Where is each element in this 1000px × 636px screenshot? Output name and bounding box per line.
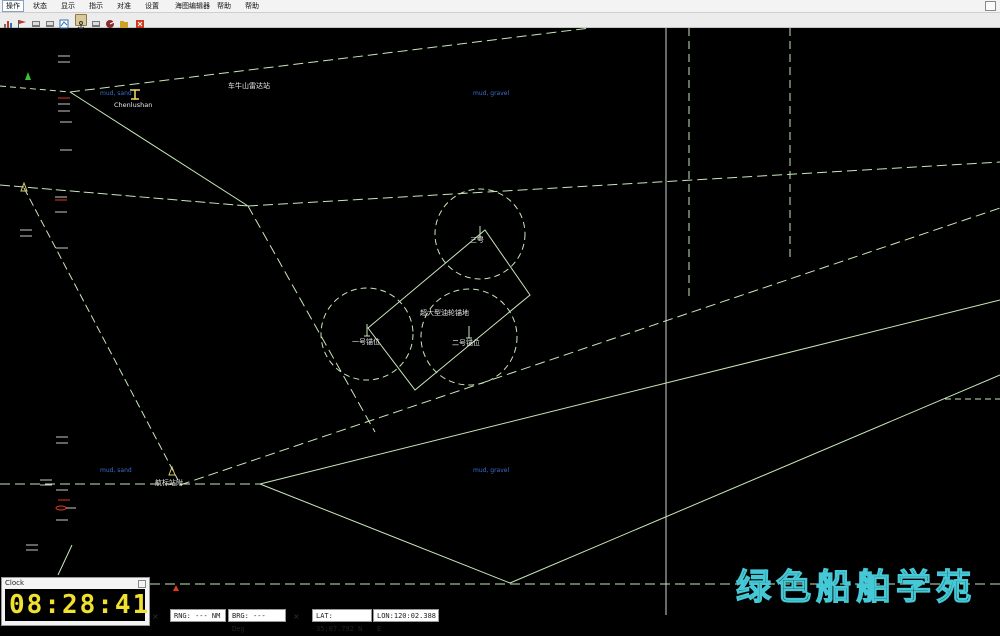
ship-icon[interactable]	[31, 14, 41, 27]
seabed-label: mud, gravel	[473, 467, 509, 474]
beacon-icon	[168, 465, 176, 476]
berth-3-label: 三号	[470, 236, 484, 244]
station-label: 车牛山雷达站	[228, 81, 270, 90]
channel-line	[69, 91, 249, 207]
menu-display[interactable]: 显示	[58, 1, 78, 11]
menu-chart-editor[interactable]: 海图编辑器	[172, 1, 213, 11]
longitude-readout: LON:120:02.388 E	[373, 609, 439, 633]
close-icon[interactable]: ×	[293, 612, 300, 622]
anchor-icon[interactable]	[75, 14, 87, 29]
red-marks	[55, 97, 70, 501]
station-en-label: Chenlushan	[114, 101, 152, 109]
boundary-line	[69, 28, 591, 93]
channel-line	[57, 544, 73, 576]
depth-marks	[20, 55, 72, 551]
seabed-label: mud, gravel	[473, 90, 509, 97]
toolbar	[0, 13, 1000, 29]
close-icon[interactable]	[135, 14, 145, 28]
boundary-line	[179, 207, 1000, 486]
menu-status[interactable]: 状态	[30, 1, 50, 11]
boundary-line	[247, 205, 376, 433]
nav-mark-label: 航标站附	[155, 478, 183, 487]
menu-indicate[interactable]: 指示	[86, 1, 106, 11]
clock-widget[interactable]: Clock 08:28:41	[1, 577, 150, 626]
boundary-line	[0, 85, 71, 93]
chart-icon[interactable]	[59, 14, 69, 29]
berth-1-label: 一号锚位	[352, 337, 380, 346]
clock-title: Clock	[5, 579, 25, 587]
range-readout: RNG: --- NM	[170, 609, 226, 622]
clock-display: 08:28:41	[5, 589, 148, 621]
latitude-readout: LAT: 35:07.792 N	[312, 609, 372, 633]
menu-bar: 操作 状态 显示 指示 对准 设置 海图编辑器 帮助 帮助	[0, 0, 1000, 13]
nautical-chart[interactable]: 车牛山雷达站 Chenlushan mud, sand mud, gravel …	[0, 28, 1000, 615]
seabed-label: mud, sand	[100, 467, 132, 474]
berth-2-label: 二号锚位	[452, 338, 480, 347]
close-icon[interactable]: ×	[152, 612, 159, 622]
flag-icon[interactable]	[17, 14, 27, 28]
buoy-marker	[55, 505, 67, 511]
channel-line	[259, 299, 1000, 485]
menu-help[interactable]: 帮助	[214, 1, 234, 11]
boundary-line	[247, 161, 1000, 207]
channel-line	[509, 374, 1000, 584]
ship-icon[interactable]	[45, 14, 55, 27]
channel-line	[259, 483, 511, 584]
close-icon[interactable]	[138, 580, 146, 588]
radar-icon[interactable]	[105, 14, 115, 28]
window-restore-button[interactable]	[985, 1, 996, 11]
menu-align[interactable]: 对准	[114, 1, 134, 11]
anchorage-label: 超大型油轮锚地	[420, 308, 469, 317]
menu-settings[interactable]: 设置	[142, 1, 162, 11]
beacon-icon	[25, 72, 31, 80]
folder-icon[interactable]	[119, 14, 129, 28]
watermark-text: 绿色船舶学苑	[735, 567, 977, 608]
bar-chart-icon[interactable]	[3, 14, 13, 28]
anchor-icon	[466, 326, 472, 339]
beacon-icon	[173, 585, 179, 591]
boundary-line	[0, 184, 249, 207]
seabed-label: mud, sand	[100, 90, 132, 97]
menu-operate[interactable]: 操作	[2, 0, 24, 12]
bearing-readout: BRG: --- Deg	[228, 609, 286, 633]
menu-help-2[interactable]: 帮助	[242, 1, 262, 11]
clock-time: 08:28:41	[9, 590, 151, 620]
boundary-line	[23, 187, 179, 481]
ship-icon[interactable]	[91, 14, 101, 27]
